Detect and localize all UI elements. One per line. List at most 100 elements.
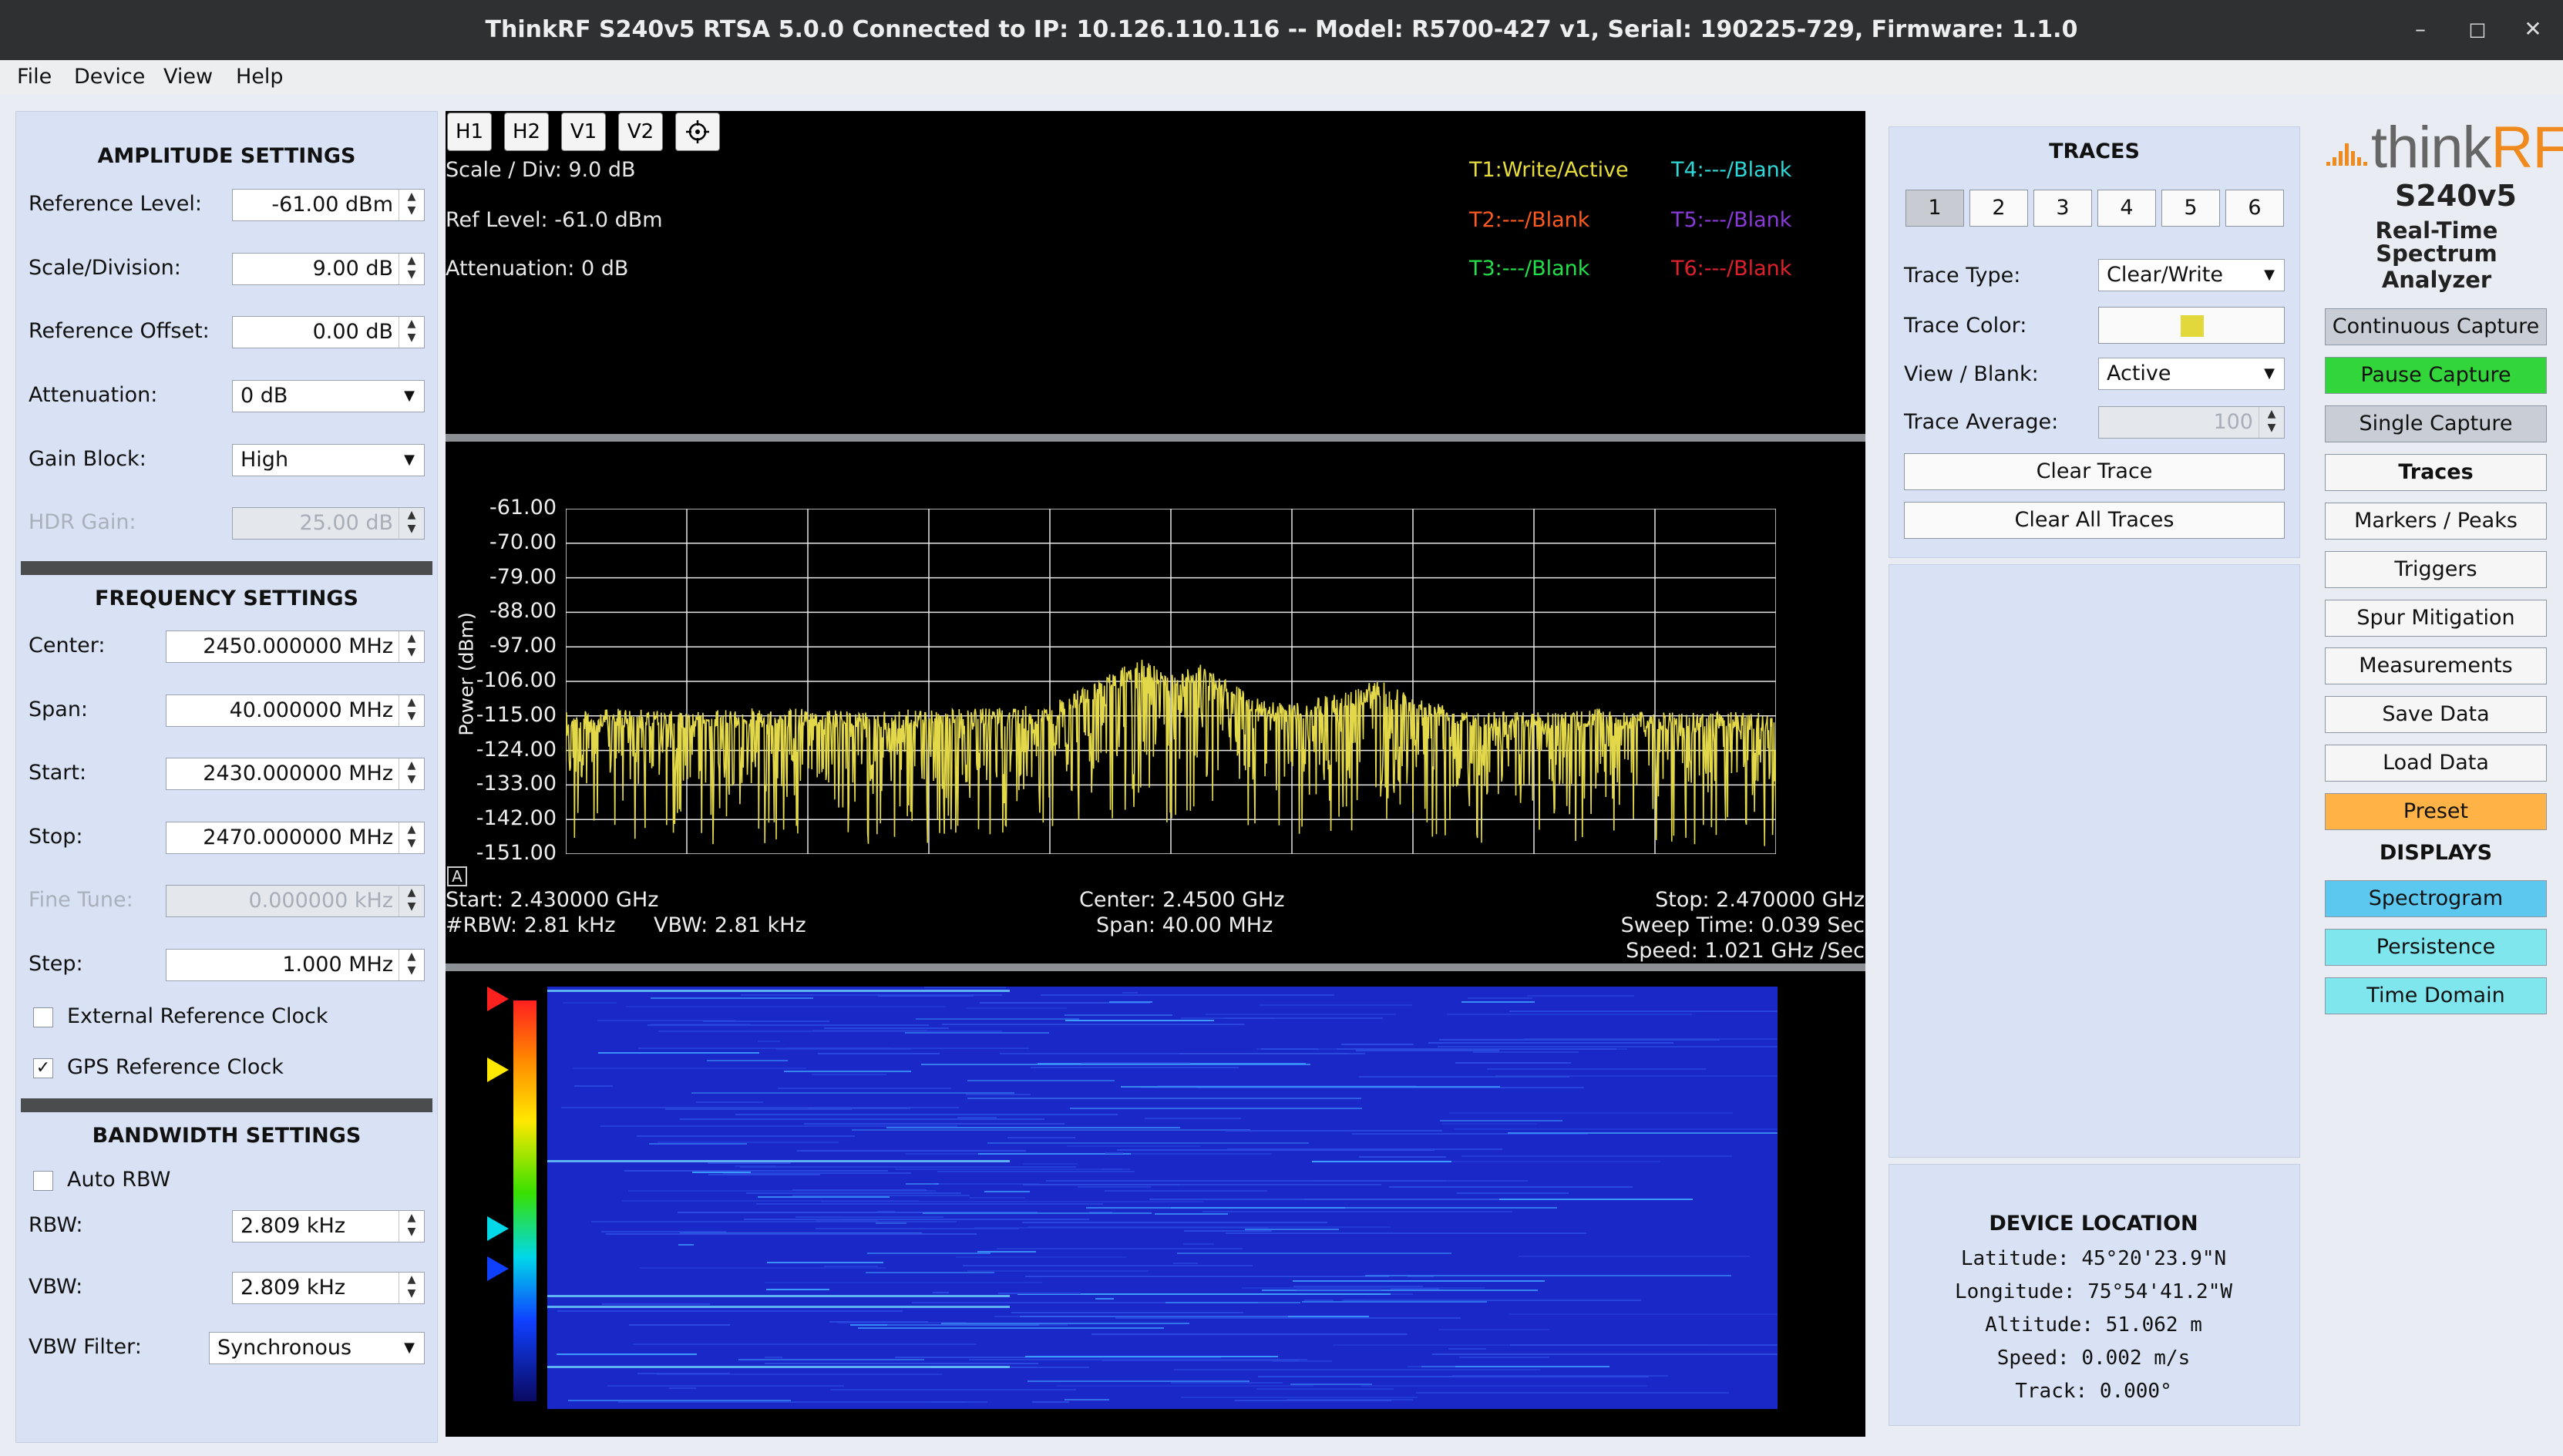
spectrogram-streak	[639, 1267, 886, 1269]
menu-help[interactable]: Help	[236, 60, 284, 94]
clear-all-traces-button[interactable]: Clear All Traces	[1904, 502, 2285, 539]
menu-device[interactable]: Device	[74, 60, 145, 94]
stop-spinbox[interactable]: 2470.000000 MHz ▲ ▼	[166, 822, 425, 854]
reference-offset-spinbox[interactable]: 0.00 dB ▲ ▼	[232, 316, 425, 348]
clear-trace-button[interactable]: Clear Trace	[1904, 453, 2285, 490]
center-spinbox[interactable]: 2450.000000 MHz ▲ ▼	[166, 630, 425, 663]
y-tick-label: -115.00	[476, 702, 557, 727]
vbw-filter-dropdown[interactable]: Synchronous ▼	[209, 1332, 425, 1364]
spectrogram-streak	[633, 1343, 977, 1345]
h1-marker-button[interactable]: H1	[447, 113, 492, 151]
autoscale-button[interactable]: A	[447, 866, 467, 886]
single-capture-button[interactable]: Single Capture	[2325, 405, 2547, 442]
spectrogram-streak	[547, 1160, 1010, 1162]
trace-type-dropdown[interactable]: Clear/Write ▼	[2098, 259, 2285, 291]
trace-average-label: Trace Average:	[1904, 410, 2059, 434]
min-level-handle-icon[interactable]	[487, 1256, 509, 1281]
triggers-button[interactable]: Triggers	[2325, 551, 2547, 588]
spin-arrows-icon[interactable]: ▲ ▼	[399, 950, 424, 980]
pause-capture-button[interactable]: Pause Capture	[2325, 357, 2547, 394]
traces-button[interactable]: Traces	[2325, 454, 2547, 491]
markers-peaks-button[interactable]: Markers / Peaks	[2325, 503, 2547, 540]
spectrogram-streak	[829, 1321, 928, 1323]
view-blank-dropdown[interactable]: Active ▼	[2098, 358, 2285, 390]
spectrogram-streak	[1057, 1385, 1313, 1387]
step-spinbox[interactable]: 1.000 MHz ▲ ▼	[166, 949, 425, 981]
trace-2-button[interactable]: 2	[1969, 190, 2028, 227]
spectrogram-streak	[1007, 1137, 1075, 1138]
auto-rbw-checkbox[interactable]	[33, 1171, 53, 1191]
view-blank-label: View / Blank:	[1904, 362, 2039, 386]
spectrogram-streak	[1027, 1184, 1381, 1185]
spectrogram-streak	[1442, 1123, 1537, 1125]
spectrogram-streak	[1440, 1120, 1562, 1121]
crosshair-button[interactable]	[675, 113, 720, 151]
reference-level-spinbox[interactable]: -61.00 dBm ▲ ▼	[232, 189, 425, 221]
spectrogram-streak	[1508, 1132, 1778, 1134]
panel-splitter[interactable]	[446, 963, 1865, 971]
h2-marker-button[interactable]: H2	[504, 113, 549, 151]
spin-arrows-icon[interactable]: ▲ ▼	[399, 758, 424, 789]
trace-3-button[interactable]: 3	[2033, 190, 2092, 227]
v2-marker-button[interactable]: V2	[618, 113, 663, 151]
spectrogram-streak	[746, 1192, 961, 1194]
low-level-handle-icon[interactable]	[487, 1216, 509, 1241]
start-spinbox[interactable]: 2430.000000 MHz ▲ ▼	[166, 758, 425, 790]
measurements-button[interactable]: Measurements	[2325, 647, 2547, 684]
spin-arrows-icon[interactable]: ▲ ▼	[399, 822, 424, 853]
trace-5-button[interactable]: 5	[2161, 190, 2220, 227]
spectrum-plot[interactable]	[566, 509, 1776, 854]
spin-arrows-icon[interactable]: ▲ ▼	[399, 1273, 424, 1303]
spectrogram-streak	[970, 1197, 1025, 1199]
mid-level-handle-icon[interactable]	[487, 1058, 509, 1082]
spin-arrows-icon[interactable]: ▲ ▼	[399, 1211, 424, 1242]
persistence-button[interactable]: Persistence	[2325, 929, 2547, 966]
spectrogram-streak	[963, 1265, 1253, 1266]
menu-file[interactable]: File	[17, 60, 52, 94]
spur-mitigation-button[interactable]: Spur Mitigation	[2325, 600, 2547, 637]
spectrogram-streak	[678, 1244, 694, 1246]
external-reference-clock-checkbox[interactable]	[33, 1007, 53, 1027]
continuous-capture-button[interactable]: Continuous Capture	[2325, 308, 2547, 345]
minimize-button[interactable]: –	[2405, 14, 2436, 45]
rbw-spinbox[interactable]: 2.809 kHz ▲ ▼	[232, 1210, 425, 1242]
time-domain-button[interactable]: Time Domain	[2325, 977, 2547, 1014]
v1-marker-button[interactable]: V1	[561, 113, 606, 151]
gps-reference-clock-checkbox[interactable]: ✓	[33, 1058, 53, 1078]
close-button[interactable]: ✕	[2518, 14, 2548, 45]
preset-button[interactable]: Preset	[2325, 793, 2547, 830]
vbw-spinbox[interactable]: 2.809 kHz ▲ ▼	[232, 1272, 425, 1304]
spectrogram-streak	[1171, 1382, 1283, 1384]
spectrogram-streak	[1455, 1062, 1571, 1064]
spectrogram-display[interactable]	[547, 987, 1778, 1409]
spin-arrows-icon[interactable]: ▲ ▼	[399, 190, 424, 220]
trace-color-button[interactable]	[2098, 307, 2285, 344]
vbw-filter-value: Synchronous	[217, 1336, 352, 1360]
spectrogram-streak	[1341, 1044, 1414, 1045]
spectrogram-streak	[651, 997, 813, 999]
trace-4-button[interactable]: 4	[2097, 190, 2156, 227]
attenuation-dropdown[interactable]: 0 dB ▼	[232, 380, 425, 412]
spin-arrows-icon[interactable]: ▲ ▼	[399, 695, 424, 726]
save-data-button[interactable]: Save Data	[2325, 696, 2547, 733]
spin-arrows-icon[interactable]: ▲ ▼	[399, 254, 424, 284]
load-data-button[interactable]: Load Data	[2325, 745, 2547, 782]
menu-view[interactable]: View	[163, 60, 213, 94]
scale-division-spinbox[interactable]: 9.00 dB ▲ ▼	[232, 253, 425, 285]
spectrogram-streak	[1206, 1014, 1396, 1015]
spectrogram-streak	[1509, 1313, 1778, 1315]
gain-block-dropdown[interactable]: High ▼	[232, 444, 425, 476]
panel-splitter[interactable]	[446, 434, 1865, 442]
span-spinbox[interactable]: 40.000000 MHz ▲ ▼	[166, 694, 425, 727]
spectrogram-streak	[1202, 1211, 1512, 1212]
spectrogram-streak	[797, 1150, 1026, 1152]
spin-arrows-icon[interactable]: ▲ ▼	[399, 317, 424, 348]
trace-1-button[interactable]: 1	[1905, 190, 1964, 227]
trace-6-button[interactable]: 6	[2225, 190, 2284, 227]
max-level-handle-icon[interactable]	[487, 987, 509, 1011]
spin-arrows-icon[interactable]: ▲ ▼	[399, 631, 424, 662]
spectrogram-streak	[1468, 997, 1532, 999]
spectrogram-streak	[818, 1053, 940, 1054]
spectrogram-button[interactable]: Spectrogram	[2325, 880, 2547, 917]
maximize-button[interactable]: □	[2462, 14, 2493, 45]
